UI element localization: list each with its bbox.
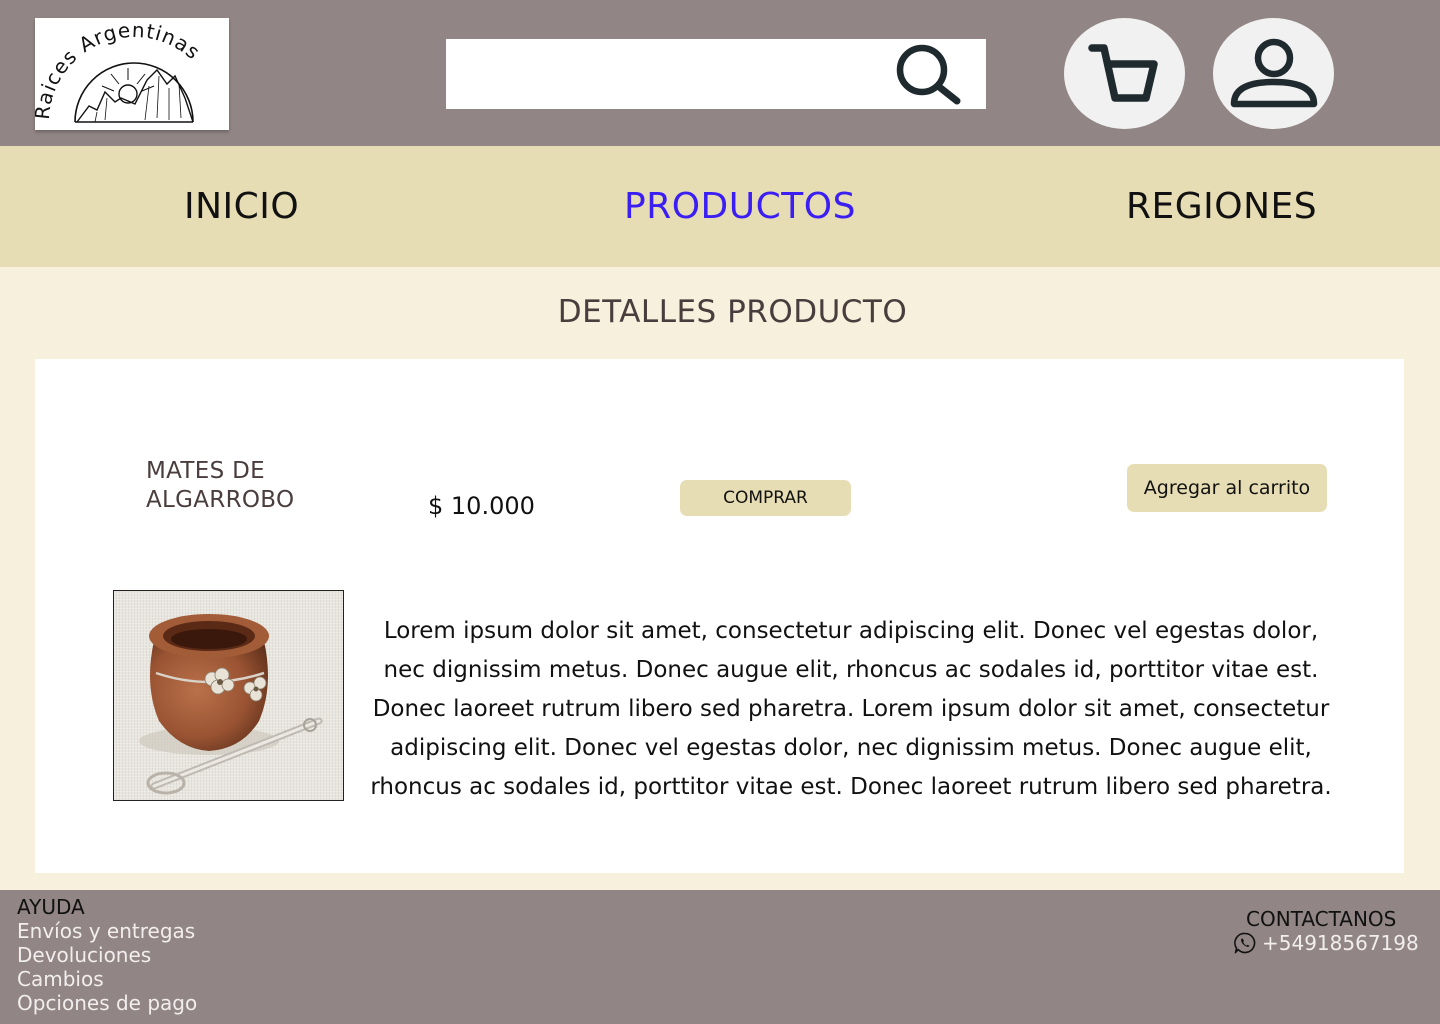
help-link-envios[interactable]: Envíos y entregas [17,919,195,943]
whatsapp-icon [1234,932,1256,954]
product-price: $ 10.000 [428,492,535,520]
buy-button[interactable]: COMPRAR [680,480,851,516]
product-description: Lorem ipsum dolor sit amet, consectetur … [370,618,1332,800]
contact-phone[interactable]: +54918567198 [1234,931,1419,955]
svg-text:Raices Argentinas: Raices Argentinas [35,18,205,121]
contact-title: CONTACTANOS [1246,907,1397,931]
nav-item-regiones[interactable]: REGIONES [1126,146,1317,267]
logo-image: Raices Argentinas [35,18,205,123]
search-input[interactable] [446,39,876,109]
product-name: MATES DE ALGARROBO [146,458,295,513]
help-link-cambios[interactable]: Cambios [17,967,104,991]
footer [0,890,1440,1024]
product-image [113,590,344,801]
user-button[interactable] [1213,18,1334,129]
logo[interactable]: Raices Argentinas [35,18,229,130]
main-nav: INICIO PRODUCTOS REGIONES [0,146,1440,267]
cart-icon [1087,43,1158,102]
contact-phone-number: +54918567198 [1262,931,1419,955]
search-button[interactable] [886,39,968,109]
nav-item-productos[interactable]: PRODUCTOS [624,146,856,267]
help-link-opciones-pago[interactable]: Opciones de pago [17,991,197,1015]
user-icon [1230,38,1317,107]
help-title: AYUDA [17,895,85,919]
nav-item-inicio[interactable]: INICIO [184,146,299,267]
help-link-devoluciones[interactable]: Devoluciones [17,943,151,967]
add-to-cart-button[interactable]: Agregar al carrito [1127,464,1327,512]
search-icon [896,44,961,105]
page-title: DETALLES PRODUCTO [557,294,908,330]
cart-button[interactable] [1064,18,1185,129]
